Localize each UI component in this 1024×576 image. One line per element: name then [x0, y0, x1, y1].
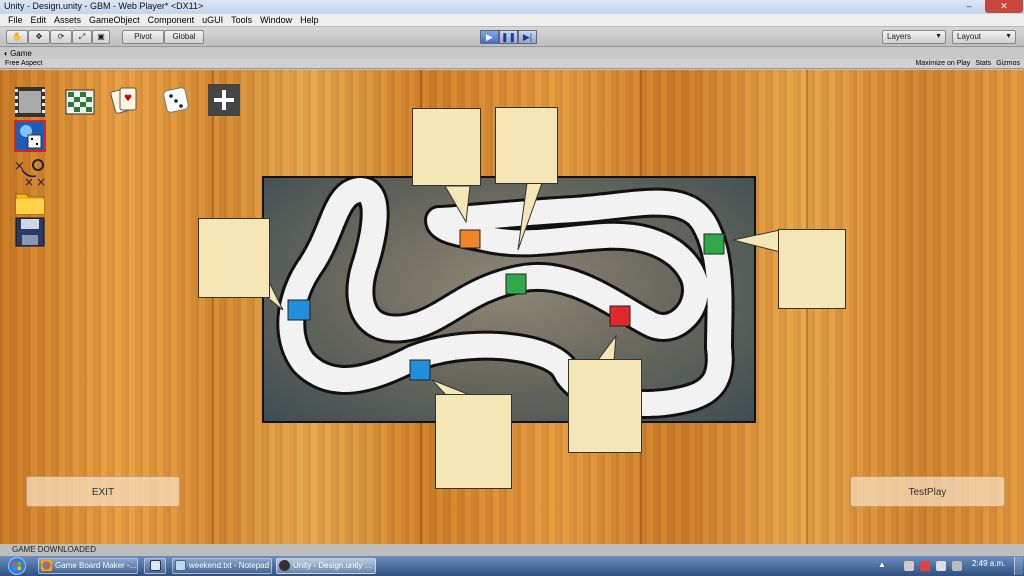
rotate-tool-icon[interactable]: ⟳ [50, 30, 72, 44]
unity-icon [279, 560, 290, 571]
game-tab-icon: ◖ [3, 49, 8, 58]
layers-label: Layers [887, 32, 912, 41]
window-title: Unity - Design.unity - GBM - Web Player*… [4, 1, 204, 11]
scale-tool-icon[interactable]: ⤢ [72, 30, 92, 44]
game-tab-label: Game [10, 49, 32, 58]
menu-window[interactable]: Window [256, 14, 296, 26]
speech-bubble[interactable] [568, 359, 642, 453]
stats-toggle[interactable]: Stats [975, 59, 991, 69]
aspect-dropdown[interactable]: Free Aspect [5, 59, 105, 69]
game-view-toolbar: Free Aspect Maximize on Play Stats Gizmo… [0, 59, 1024, 69]
layout-label: Layout [957, 32, 982, 41]
menu-file[interactable]: File [4, 14, 27, 26]
window-title-bar: Unity - Design.unity - GBM - Web Player*… [0, 0, 1024, 14]
speech-bubble[interactable] [778, 229, 846, 309]
tray-flag-icon[interactable] [920, 561, 930, 571]
speech-bubble[interactable] [198, 218, 270, 298]
rect-tool-icon[interactable]: ▣ [92, 30, 110, 44]
pause-button[interactable]: ❚❚ [499, 30, 518, 44]
menu-edit[interactable]: Edit [27, 14, 51, 26]
menu-assets[interactable]: Assets [50, 14, 85, 26]
clock[interactable]: 2:49 a.m. [972, 559, 1005, 568]
notepad-icon [175, 560, 186, 571]
speech-bubble[interactable] [412, 108, 481, 186]
tray-arrow-icon[interactable]: ▲ [878, 560, 890, 572]
speech-bubble[interactable] [495, 107, 558, 184]
chevron-down-icon: ▼ [1005, 33, 1012, 40]
exit-label: EXIT [91, 487, 115, 498]
tray-network-icon[interactable] [936, 561, 946, 571]
status-bar: GAME DOWNLOADED [0, 544, 1024, 556]
task-label: weekend.txt - Notepad [189, 561, 270, 570]
main-toolbar: ✋ ✥ ⟳ ⤢ ▣ Pivot Global ▶ ❚❚ ▶| Layers ▼ L… [0, 27, 1024, 47]
exit-button[interactable]: EXIT [26, 476, 180, 507]
testplay-button[interactable]: TestPlay [850, 476, 1005, 507]
testplay-label: TestPlay [908, 487, 947, 498]
tray-app-icon[interactable] [904, 561, 914, 571]
global-label: Global [172, 32, 196, 41]
gizmos-dropdown[interactable]: Gizmos [996, 59, 1020, 69]
task-label: Unity - Design.unity ... [293, 561, 372, 570]
taskbar-item-chrome[interactable]: Game Board Maker -... [38, 558, 138, 574]
game-view[interactable]: × × × ♥ EXIT TestPlay [0, 70, 1024, 544]
menu-gameobject[interactable]: GameObject [85, 14, 144, 26]
play-button[interactable]: ▶ [480, 30, 499, 44]
close-icon[interactable]: ✕ [985, 0, 1023, 13]
chrome-icon [41, 560, 52, 571]
minimize-icon[interactable]: – [958, 0, 980, 13]
pivot-toggle[interactable]: Pivot [122, 30, 164, 44]
start-button-icon[interactable] [2, 557, 32, 575]
taskbar: Game Board Maker -... weekend.txt - Note… [0, 556, 1024, 576]
show-desktop-button[interactable] [1014, 557, 1023, 575]
maximize-on-play-toggle[interactable]: Maximize on Play [915, 59, 970, 69]
taskbar-item-notepad[interactable]: weekend.txt - Notepad [172, 558, 272, 574]
game-tab[interactable]: ◖ Game [0, 48, 1024, 59]
layout-dropdown[interactable]: Layout ▼ [952, 30, 1016, 44]
status-message: GAME DOWNLOADED [12, 545, 97, 554]
hand-tool-icon[interactable]: ✋ [6, 30, 28, 44]
tray-volume-icon[interactable] [952, 561, 962, 571]
layers-dropdown[interactable]: Layers ▼ [882, 30, 946, 44]
window-icon [150, 560, 161, 571]
taskbar-item-unity[interactable]: Unity - Design.unity ... [276, 558, 376, 574]
menu-component[interactable]: Component [144, 14, 199, 26]
menu-bar: File Edit Assets GameObject Component uG… [0, 14, 1024, 27]
task-label: Game Board Maker -... [55, 561, 137, 570]
global-toggle[interactable]: Global [164, 30, 204, 44]
menu-tools[interactable]: Tools [227, 14, 256, 26]
play-controls: ▶ ❚❚ ▶| [480, 30, 537, 44]
chevron-down-icon: ▼ [935, 33, 942, 40]
menu-help[interactable]: Help [296, 14, 323, 26]
move-tool-icon[interactable]: ✥ [28, 30, 50, 44]
taskbar-item-explorer[interactable] [144, 558, 166, 574]
aspect-label: Free Aspect [5, 60, 43, 67]
step-button[interactable]: ▶| [518, 30, 537, 44]
pivot-label: Pivot [134, 32, 152, 41]
speech-bubble[interactable] [435, 394, 512, 489]
menu-ugui[interactable]: uGUI [198, 14, 227, 26]
